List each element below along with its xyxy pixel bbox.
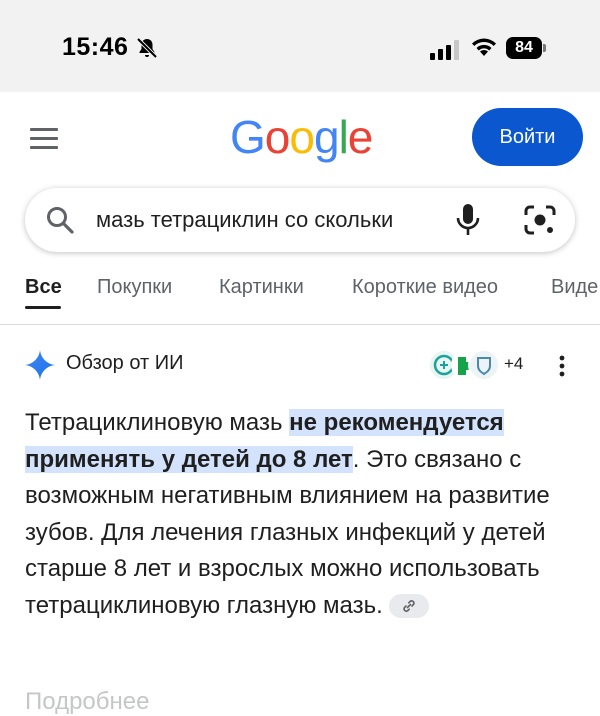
- status-time: 15:46: [62, 33, 129, 61]
- tab-images[interactable]: Картинки: [219, 276, 304, 299]
- source-link-chip[interactable]: [388, 594, 429, 619]
- wifi-icon: [472, 38, 496, 56]
- logo-letter: g: [313, 111, 340, 163]
- ai-overview-answer: Тетрациклиновую мазь не рекомендуется пр…: [25, 405, 585, 624]
- logo-letter: o: [289, 111, 315, 163]
- google-logo[interactable]: Google: [230, 110, 374, 164]
- source-favicons[interactable]: [428, 348, 500, 382]
- tab-all[interactable]: Все: [25, 276, 62, 299]
- menu-icon[interactable]: [30, 128, 58, 149]
- answer-text-start: Тетрациклиновую мазь: [25, 409, 290, 436]
- tab-videos[interactable]: Виде: [551, 276, 598, 299]
- battery-tip: [543, 44, 546, 52]
- more-sources-count[interactable]: +4: [504, 354, 523, 374]
- search-input[interactable]: мазь тетрациклин со скольки: [96, 205, 431, 235]
- logo-letter: o: [264, 111, 291, 163]
- search-icon[interactable]: [45, 205, 75, 235]
- more-options-icon[interactable]: [558, 354, 566, 378]
- ai-sparkle-icon: [25, 350, 55, 380]
- microphone-icon[interactable]: [455, 203, 481, 237]
- google-lens-icon[interactable]: [522, 203, 558, 237]
- search-tabs: Все Покупки Картинки Короткие видео Виде: [0, 268, 600, 325]
- signin-button[interactable]: Войти: [472, 108, 583, 166]
- tab-short-videos[interactable]: Короткие видео: [352, 276, 498, 299]
- bell-muted-icon: [136, 37, 158, 59]
- ai-overview-title: Обзор от ИИ: [66, 352, 184, 374]
- search-fade: [390, 205, 440, 235]
- more-heading: Подробнее: [25, 688, 150, 715]
- battery-icon: 84: [506, 37, 542, 59]
- logo-letter: l: [338, 111, 349, 163]
- cellular-signal-icon: [430, 40, 459, 60]
- logo-letter: e: [347, 111, 374, 163]
- tab-shopping[interactable]: Покупки: [97, 276, 172, 299]
- link-icon: [403, 600, 415, 613]
- logo-letter: G: [230, 111, 266, 163]
- active-tab-indicator: [25, 306, 61, 309]
